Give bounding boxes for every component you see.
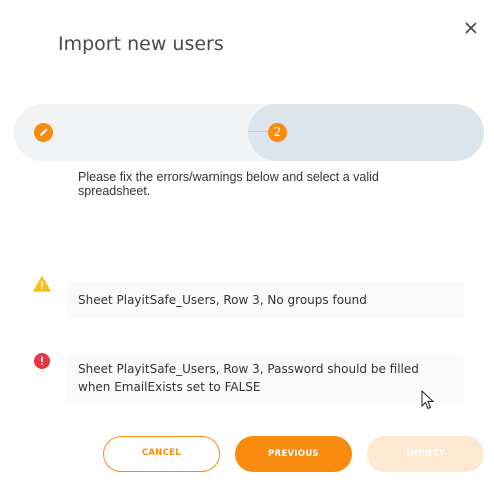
import-stepper: 2 bbox=[14, 104, 484, 161]
warning-icon bbox=[33, 276, 51, 292]
error-message: Sheet PlayitSafe_Users, Row 3, Password … bbox=[66, 356, 464, 402]
previous-button[interactable]: PREVIOUS bbox=[235, 436, 352, 472]
cancel-button[interactable]: CANCEL bbox=[103, 436, 220, 472]
pencil-icon bbox=[40, 128, 48, 136]
mouse-cursor-icon bbox=[421, 390, 435, 410]
step-1-indicator[interactable] bbox=[34, 123, 53, 142]
dialog-title: Import new users bbox=[58, 33, 224, 55]
close-icon[interactable] bbox=[461, 18, 481, 38]
warning-message: Sheet PlayitSafe_Users, Row 3, No groups… bbox=[66, 281, 464, 319]
instructions-text: Please fix the errors/warnings below and… bbox=[78, 170, 379, 198]
import-button[interactable]: IMPORT bbox=[367, 436, 484, 472]
error-icon bbox=[34, 353, 50, 369]
step-2-indicator[interactable]: 2 bbox=[268, 123, 287, 142]
